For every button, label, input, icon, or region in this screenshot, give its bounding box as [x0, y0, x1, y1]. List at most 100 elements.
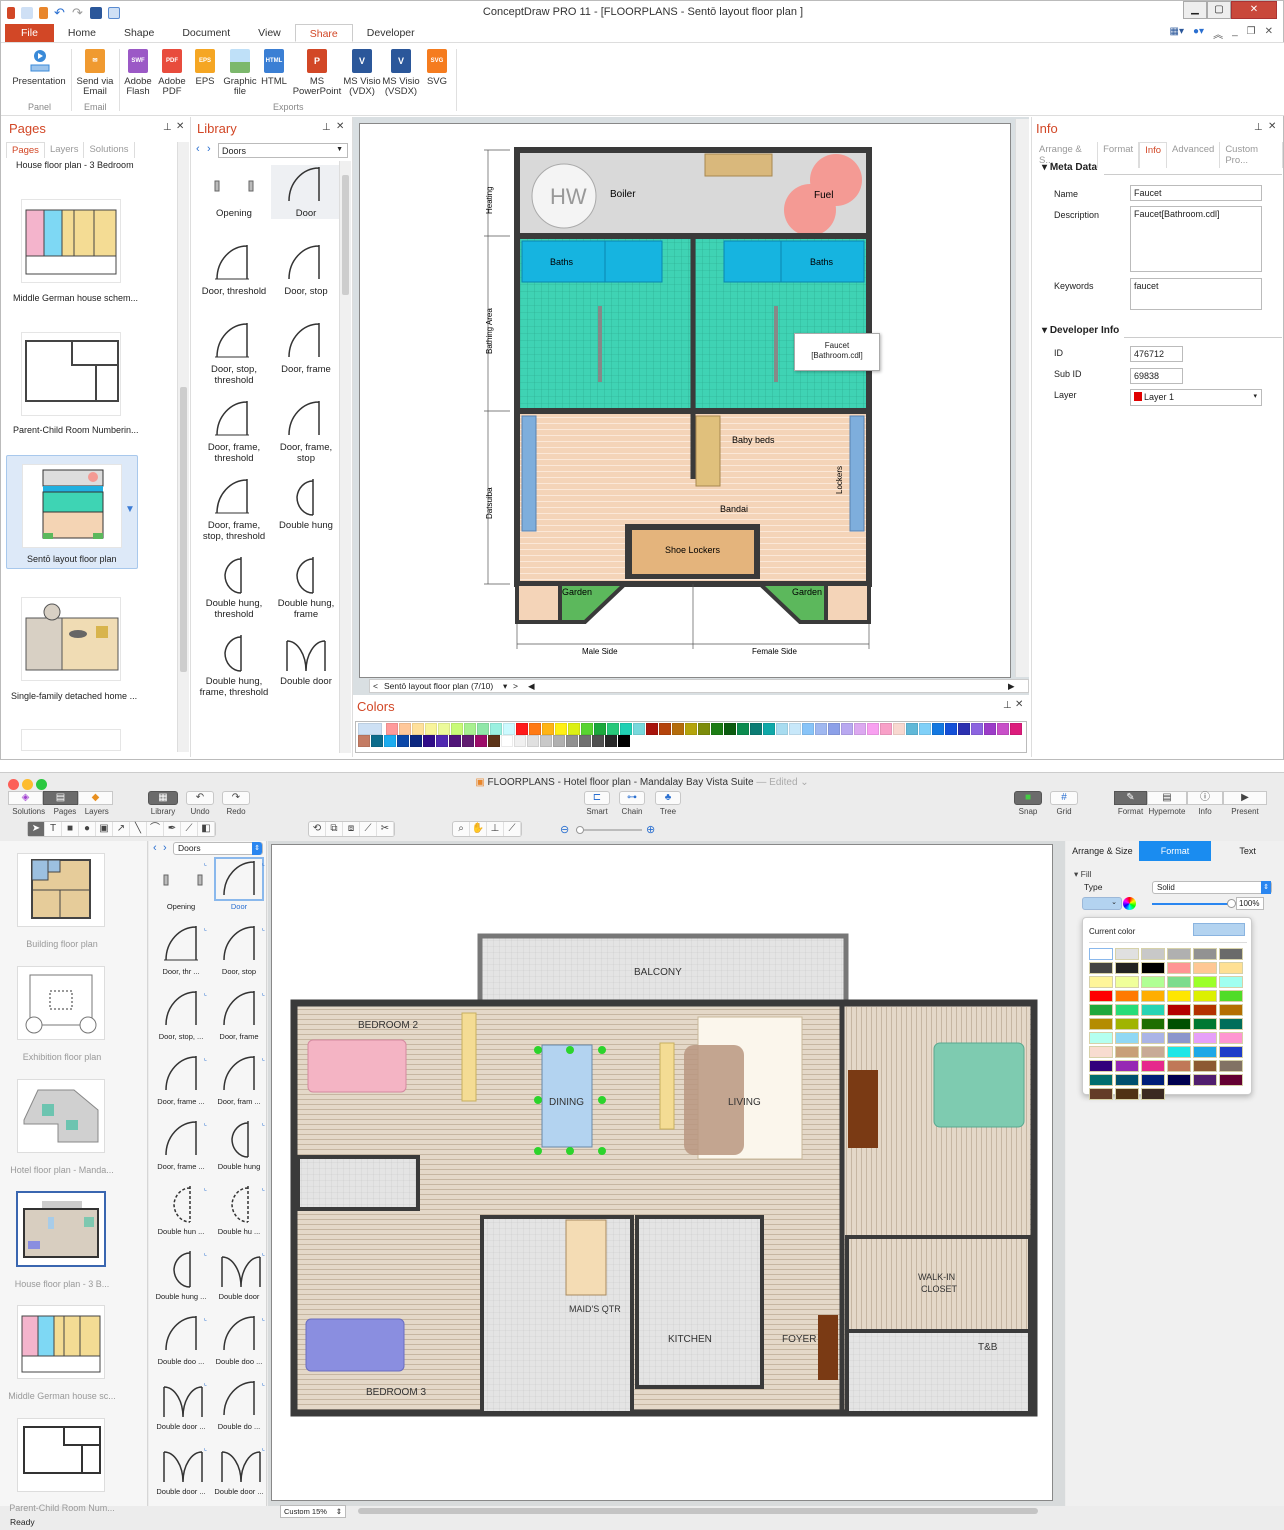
page-item-label[interactable]: Middle German house sc... [2, 1391, 122, 1401]
library-item-door-threshold[interactable]: Door, threshold [199, 243, 269, 297]
color-swatch[interactable] [814, 723, 827, 735]
zoom-select[interactable]: Custom 15% ⇕ [280, 1505, 346, 1518]
palette-color-swatch[interactable] [1193, 1018, 1217, 1030]
tab-solutions[interactable]: Solutions [84, 142, 135, 158]
palette-color-swatch[interactable] [1167, 948, 1191, 960]
color-swatch[interactable] [527, 735, 539, 747]
page-thumbnail[interactable] [21, 199, 121, 283]
color-swatch[interactable] [541, 723, 554, 735]
zoom-slider[interactable] [576, 826, 642, 834]
prev-page-button[interactable]: < [373, 681, 378, 691]
palette-color-swatch[interactable] [1219, 1074, 1243, 1086]
palette-color-swatch[interactable] [1167, 1032, 1191, 1044]
present-button[interactable]: ▶ [1223, 791, 1267, 805]
arrow-tool-icon[interactable]: ↗ [113, 822, 130, 836]
color-swatch[interactable] [554, 723, 567, 735]
library-item-door-stop-[interactable]: ⌞ Door, stop, ... [153, 989, 209, 1041]
library-button[interactable]: ▦ Library [148, 791, 178, 816]
palette-color-swatch[interactable] [1115, 976, 1139, 988]
color-swatch[interactable] [632, 723, 645, 735]
palette-color-swatch[interactable] [1193, 990, 1217, 1002]
library-item-door-frame[interactable]: ⌞ Door, frame [211, 989, 267, 1041]
page-thumbnail[interactable] [17, 1079, 105, 1153]
color-swatch[interactable] [605, 735, 617, 747]
color-swatch[interactable] [736, 723, 749, 735]
library-item-door-stop[interactable]: Door, stop [271, 243, 341, 297]
cut-point-icon[interactable]: ✂ [377, 822, 394, 836]
page-item-label[interactable]: House floor plan - 3 B... [2, 1279, 122, 1289]
library-item-door-frame-stop[interactable]: Door, frame, stop [271, 399, 341, 464]
library-item-double-do-[interactable]: ⌞ Double do ... [211, 1379, 267, 1431]
palette-color-swatch[interactable] [1089, 1004, 1113, 1016]
export-adobe-flash-button[interactable]: SWF Adobe Flash [123, 49, 153, 97]
color-wheel-icon[interactable] [1123, 897, 1136, 910]
tab-home[interactable]: Home [54, 24, 110, 42]
palette-color-swatch[interactable] [1115, 962, 1139, 974]
color-swatch[interactable] [566, 735, 578, 747]
library-item-double-hu-[interactable]: ⌞ Double hu ... [211, 1184, 267, 1236]
zoom-out-icon[interactable]: ⊖ [560, 823, 569, 836]
doc-restore-icon[interactable]: ❐ [1247, 26, 1256, 41]
pin-icon[interactable]: ⊥ [1254, 122, 1263, 133]
palette-color-swatch[interactable] [1115, 1074, 1139, 1086]
page-nav-select[interactable]: Sentō layout floor plan (7/10) [384, 681, 493, 691]
palette-color-swatch[interactable] [1193, 1004, 1217, 1016]
palette-color-swatch[interactable] [1193, 1060, 1217, 1072]
color-swatch[interactable] [619, 723, 632, 735]
developer-info-section-header[interactable]: ▾ Developer Info [1042, 325, 1119, 336]
presentation-button[interactable]: Presentation [11, 49, 67, 87]
palette-color-swatch[interactable] [1193, 1074, 1217, 1086]
library-item-double-door[interactable]: ⌞ Double door [211, 1249, 267, 1301]
page-thumbnail[interactable] [21, 597, 121, 681]
add-point-icon[interactable]: ⟋ [360, 822, 377, 836]
color-swatch[interactable] [502, 723, 515, 735]
palette-color-swatch[interactable] [1193, 948, 1217, 960]
palette-color-swatch[interactable] [1089, 1018, 1113, 1030]
export-svg-button[interactable]: SVG SVG [425, 49, 449, 87]
pin-icon[interactable]: ⊥ [322, 122, 331, 133]
color-swatch[interactable] [658, 723, 671, 735]
tab-custom-properties[interactable]: Custom Pro... [1220, 142, 1283, 168]
palette-color-swatch[interactable] [1219, 962, 1243, 974]
palette-color-swatch[interactable] [1089, 1060, 1113, 1072]
tab-format[interactable]: Format [1138, 841, 1212, 861]
smart-connector-button[interactable]: ⊏ Smart [584, 791, 610, 816]
library-item-door-fram-[interactable]: ⌞ Door, fram ... [211, 1054, 267, 1106]
color-swatch[interactable] [788, 723, 801, 735]
tab-text[interactable]: Text [1211, 841, 1284, 861]
opacity-slider[interactable] [1152, 899, 1236, 908]
palette-color-swatch[interactable] [1219, 1046, 1243, 1058]
close-panel-icon[interactable]: ✕ [1015, 699, 1023, 710]
page-thumbnail[interactable] [21, 729, 121, 751]
fill-section-header[interactable]: ▾ Fill [1074, 869, 1092, 880]
page-thumbnail[interactable] [17, 853, 105, 927]
canvas-vscrollbar[interactable] [1015, 119, 1029, 677]
library-item-door-frame-[interactable]: ⌞ Door, frame ... [153, 1054, 209, 1106]
page-item-label[interactable]: Parent-Child Room Numberin... [13, 425, 139, 435]
doc-close-icon[interactable]: ✕ [1265, 26, 1273, 41]
color-swatch[interactable] [775, 723, 788, 735]
color-swatch[interactable] [710, 723, 723, 735]
color-swatch[interactable] [592, 735, 604, 747]
color-swatch[interactable] [723, 723, 736, 735]
maximize-button[interactable]: ▢ [1207, 1, 1231, 19]
library-item-double-hung[interactable]: ⌞ Double hung [211, 1119, 267, 1171]
palette-color-swatch[interactable] [1089, 976, 1113, 988]
library-select[interactable]: Doors ▼ [218, 143, 348, 158]
scroll-right-icon[interactable]: ▶ [1008, 681, 1015, 692]
color-swatch[interactable] [462, 735, 474, 747]
color-picker-icon[interactable] [358, 723, 382, 735]
library-item-opening[interactable]: Opening [199, 165, 269, 219]
zoom-tool-icon[interactable]: ⌕ [453, 822, 470, 836]
color-swatch[interactable] [385, 723, 398, 735]
stamp-tool-icon[interactable]: ⊥ [487, 822, 504, 836]
tab-view[interactable]: View [244, 24, 295, 42]
export-powerpoint-button[interactable]: P MS PowerPoint [292, 49, 342, 97]
palette-color-swatch[interactable] [1193, 1032, 1217, 1044]
color-swatch[interactable] [398, 723, 411, 735]
color-swatch[interactable] [567, 723, 580, 735]
color-swatch[interactable] [931, 723, 944, 735]
chain-connector-button[interactable]: ⊶ Chain [619, 791, 645, 816]
palette-color-swatch[interactable] [1219, 976, 1243, 988]
page-dropdown-icon[interactable]: ▼ [125, 504, 135, 515]
